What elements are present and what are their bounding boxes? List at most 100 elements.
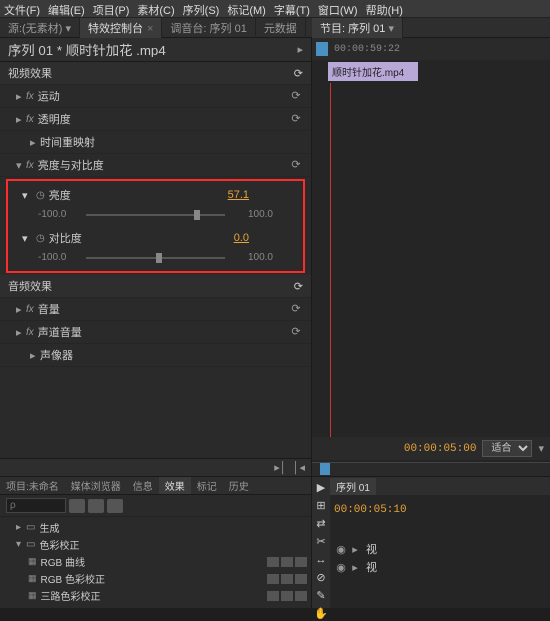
yuv-filter-icon[interactable] xyxy=(107,499,123,513)
32bit-filter-icon[interactable] xyxy=(88,499,104,513)
tree-item[interactable]: ▦RGB 曲线 xyxy=(4,553,307,570)
sequence-name-field[interactable] xyxy=(8,42,188,57)
reset-icon[interactable]: ⟳ xyxy=(289,302,303,316)
menu-title[interactable]: 字幕(T) xyxy=(274,2,310,15)
menu-file[interactable]: 文件(F) xyxy=(4,2,40,15)
timeline-timecode[interactable]: 00:00:05:10 xyxy=(334,504,407,516)
contrast-value[interactable]: 0.0 xyxy=(234,232,249,244)
tab-audio-mixer[interactable]: 调音台: 序列 01 xyxy=(162,18,255,38)
tree-item[interactable]: ▦三路色彩校正 xyxy=(4,587,307,604)
contrast-slider-row: -100.0 100.0 xyxy=(10,250,301,269)
triangle-icon[interactable]: ▾ xyxy=(22,232,32,245)
sequence-tabbar: 序列 01 xyxy=(330,477,550,495)
chevron-down-icon[interactable]: ▾ xyxy=(538,442,544,455)
video-effects-header[interactable]: 视频效果 ⟳ xyxy=(0,62,311,85)
triangle-icon: ▾ xyxy=(16,159,26,172)
menu-help[interactable]: 帮助(H) xyxy=(366,2,403,15)
contrast-slider[interactable] xyxy=(86,257,225,259)
tab-markers[interactable]: 标记 xyxy=(191,477,223,494)
video-track-row[interactable]: ◉ ▸ 视 xyxy=(334,558,546,576)
reset-icon[interactable]: ⟳ xyxy=(294,280,303,293)
effects-search-input[interactable] xyxy=(6,498,66,513)
tab-effect-controls[interactable]: 特效控制台× xyxy=(80,18,162,38)
brightness-value[interactable]: 57.1 xyxy=(228,189,249,201)
track-select-tool[interactable]: ⊞ xyxy=(314,499,328,513)
effect-motion[interactable]: ▸ fx 运动 ⟳ xyxy=(0,85,311,108)
program-ruler[interactable] xyxy=(312,462,550,476)
reset-icon[interactable]: ⟳ xyxy=(289,112,303,126)
eye-icon[interactable]: ◉ xyxy=(334,561,348,574)
next-icon[interactable]: │◂ xyxy=(293,461,305,474)
target-icon[interactable]: ▸ xyxy=(348,561,362,574)
tree-item[interactable]: ▦亮度与对比度 xyxy=(4,604,307,605)
tab-history[interactable]: 历史 xyxy=(223,477,255,494)
audio-effects-header[interactable]: 音频效果 ⟳ xyxy=(0,275,311,298)
stopwatch-icon[interactable]: ◷ xyxy=(36,233,45,244)
tab-metadata[interactable]: 元数据 xyxy=(256,18,306,38)
hand-tool[interactable]: ✎ xyxy=(314,589,328,603)
effect-time-remap[interactable]: ▸ 时间重映射 xyxy=(0,131,311,154)
menu-edit[interactable]: 编辑(E) xyxy=(48,2,85,15)
source-tabbar: 源:(无素材) ▾ 特效控制台× 调音台: 序列 01 元数据 xyxy=(0,18,312,38)
slider-thumb[interactable] xyxy=(156,253,162,263)
stopwatch-icon[interactable]: ◷ xyxy=(36,190,45,201)
fx-filter-icon[interactable] xyxy=(69,499,85,513)
slider-thumb[interactable] xyxy=(194,210,200,220)
program-timecode[interactable]: 00:00:05:00 xyxy=(404,443,477,455)
tree-folder-color-correction[interactable]: ▾▭色彩校正 xyxy=(4,536,307,553)
razor-tool[interactable]: ✂ xyxy=(314,535,328,549)
fx-icon[interactable]: fx xyxy=(26,114,34,125)
prev-icon[interactable]: ▸│ xyxy=(274,461,286,474)
menu-marker[interactable]: 标记(M) xyxy=(227,2,266,15)
pen-tool[interactable]: ⊘ xyxy=(314,571,328,585)
eye-icon[interactable]: ◉ xyxy=(334,543,348,556)
menu-sequence[interactable]: 序列(S) xyxy=(183,2,220,15)
tab-sequence[interactable]: 序列 01 xyxy=(330,478,376,495)
fx-icon[interactable]: fx xyxy=(26,91,34,102)
tree-item[interactable]: ▦RGB 色彩校正 xyxy=(4,570,307,587)
track-label: 视 xyxy=(366,541,377,557)
tree-folder-generate[interactable]: ▸▭生成 xyxy=(4,519,307,536)
tab-info[interactable]: 信息 xyxy=(127,477,159,494)
reset-icon[interactable]: ⟳ xyxy=(289,158,303,172)
menu-window[interactable]: 窗口(W) xyxy=(318,2,358,15)
effects-tree[interactable]: ▸▭生成 ▾▭色彩校正 ▦RGB 曲线 ▦RGB 色彩校正 ▦三路色彩校正 ▦亮… xyxy=(0,517,311,605)
effect-brightness-contrast[interactable]: ▾ fx 亮度与对比度 ⟳ xyxy=(0,154,311,177)
fx-icon[interactable]: fx xyxy=(26,304,34,315)
reset-icon[interactable]: ⟳ xyxy=(289,89,303,103)
zoom-fit-select[interactable]: 适合 xyxy=(482,440,532,457)
menu-clip[interactable]: 素材(C) xyxy=(137,2,174,15)
timeline-panel: ▶ ⊞ ⇄ ✂ ↔ ⊘ ✎ ✋ 序列 01 00:00:05:10 ◉ ▸ 视 xyxy=(312,477,550,608)
video-track-row[interactable]: ◉ ▸ 视 xyxy=(334,540,546,558)
ripple-tool[interactable]: ⇄ xyxy=(314,517,328,531)
effect-controls-panel: ▸ 视频效果 ⟳ ▸ fx 运动 ⟳ ▸ fx 透明度 ⟳ ▸ 时间重映射 ▾ … xyxy=(0,38,312,476)
effect-volume[interactable]: ▸ fx 音量 ⟳ xyxy=(0,298,311,321)
tab-project[interactable]: 项目:未命名 xyxy=(0,477,65,494)
target-icon[interactable]: ▸ xyxy=(348,543,362,556)
reset-icon[interactable]: ⟳ xyxy=(294,67,303,80)
tab-source[interactable]: 源:(无素材) ▾ xyxy=(0,18,80,38)
dropdown-icon[interactable]: ▾ xyxy=(62,23,71,35)
tab-effects[interactable]: 效果 xyxy=(159,477,191,494)
dropdown-icon[interactable]: ▾ xyxy=(385,23,394,35)
clip-bar[interactable]: 顺时针加花.mp4 xyxy=(328,62,418,81)
fx-icon[interactable]: fx xyxy=(26,160,34,171)
effect-panner[interactable]: ▸ 声像器 xyxy=(0,344,311,367)
playhead-icon[interactable] xyxy=(316,42,328,56)
close-icon[interactable]: × xyxy=(147,23,153,35)
zoom-tool[interactable]: ✋ xyxy=(314,607,328,621)
effect-opacity[interactable]: ▸ fx 透明度 ⟳ xyxy=(0,108,311,131)
reset-icon[interactable]: ⟳ xyxy=(289,325,303,339)
brightness-slider[interactable] xyxy=(86,214,225,216)
track-label: 视 xyxy=(366,559,377,575)
triangle-icon[interactable]: ▾ xyxy=(22,189,32,202)
menu-project[interactable]: 项目(P) xyxy=(93,2,130,15)
panel-menu-icon[interactable]: ▸ xyxy=(297,43,303,56)
selection-tool[interactable]: ▶ xyxy=(314,481,328,495)
fx-icon[interactable]: fx xyxy=(26,327,34,338)
playhead-icon[interactable] xyxy=(320,463,330,475)
tab-media-browser[interactable]: 媒体浏览器 xyxy=(65,477,127,494)
tab-program[interactable]: 节目: 序列 01 ▾ xyxy=(312,18,403,38)
slip-tool[interactable]: ↔ xyxy=(314,553,328,567)
effect-channel-volume[interactable]: ▸ fx 声道音量 ⟳ xyxy=(0,321,311,344)
